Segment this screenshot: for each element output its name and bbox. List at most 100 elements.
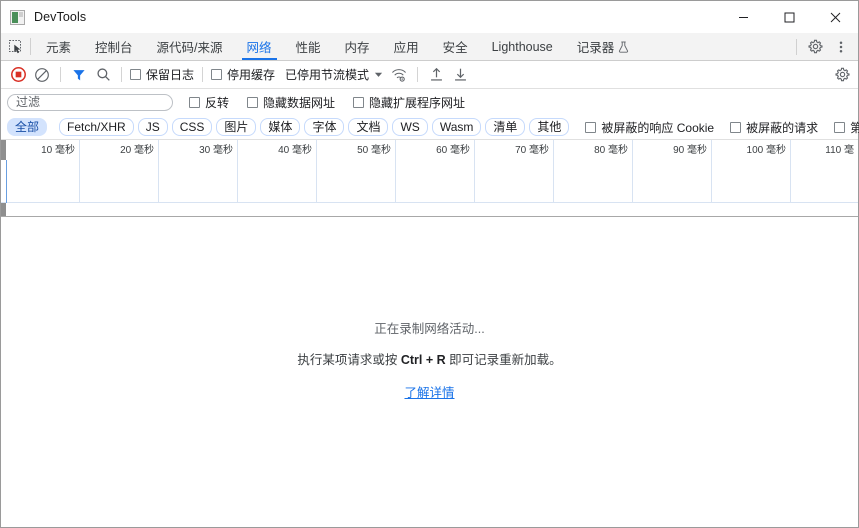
chip-font[interactable]: 字体	[304, 118, 345, 136]
tab-recorder[interactable]: 记录器	[565, 33, 642, 60]
checkbox-box	[353, 96, 365, 108]
timeline-tick	[553, 140, 554, 202]
filter-row: 反转 隐藏数据网址 隐藏扩展程序网址	[1, 89, 858, 115]
filter-icon[interactable]	[67, 64, 91, 86]
export-har-icon[interactable]	[448, 64, 472, 86]
tab-performance[interactable]: 性能	[284, 33, 333, 60]
record-stop-icon[interactable]	[6, 64, 30, 86]
chip-img[interactable]: 图片	[216, 118, 257, 136]
devtools-icon	[10, 9, 25, 25]
timeline-selection-edge[interactable]	[6, 160, 7, 203]
devtools-window: DevTools 元素 控制台 源代码/来源 网络 性能 内存 应用 安全 Li…	[0, 0, 859, 528]
toolbar-divider-2	[121, 67, 122, 82]
window-controls	[720, 1, 858, 33]
maximize-button[interactable]	[766, 1, 812, 33]
clear-icon[interactable]	[30, 64, 54, 86]
tab-label: 元素	[46, 41, 72, 55]
timeline-tick	[474, 140, 475, 202]
close-button[interactable]	[812, 1, 858, 33]
timeline-grid: 10 毫秒 20 毫秒 30 毫秒 40 毫秒 50 毫秒 60 毫秒 70 毫秒 80 毫秒…	[1, 140, 858, 216]
timeline-tick-label: 10 毫秒	[41, 145, 75, 156]
chip-wasm[interactable]: Wasm	[431, 118, 482, 136]
import-har-icon[interactable]	[424, 64, 448, 86]
tab-label: 源代码/来源	[156, 41, 223, 55]
chip-fetch-xhr[interactable]: Fetch/XHR	[59, 118, 134, 136]
tab-application[interactable]: 应用	[382, 33, 431, 60]
timeline-tick-label: 60 毫秒	[436, 145, 470, 156]
tab-security[interactable]: 安全	[431, 33, 480, 60]
timeline-tick	[711, 140, 712, 202]
chip-all[interactable]: 全部	[7, 118, 48, 136]
timeline-resize-handle-top[interactable]	[1, 140, 6, 160]
resource-type-filter-row: 全部 Fetch/XHR JS CSS 图片 媒体 字体 文档 WS Wasm …	[1, 115, 859, 140]
tab-console[interactable]: 控制台	[83, 33, 145, 60]
blocked-response-cookies-checkbox[interactable]: 被屏蔽的响应 Cookie	[583, 119, 716, 136]
timeline-tick-label: 70 毫秒	[515, 145, 549, 156]
timeline-tick	[632, 140, 633, 202]
timeline-tick	[790, 140, 791, 202]
timeline-resize-handle-bottom[interactable]	[1, 203, 6, 216]
checkbox-box	[834, 121, 846, 133]
chip-media[interactable]: 媒体	[260, 118, 301, 136]
search-icon[interactable]	[91, 64, 115, 86]
checkbox-box	[211, 69, 223, 80]
tab-memory[interactable]: 内存	[333, 33, 382, 60]
chip-doc[interactable]: 文档	[348, 118, 389, 136]
devtools-settings-gear-icon[interactable]	[802, 34, 828, 59]
timeline-tick-label: 20 毫秒	[120, 145, 154, 156]
checkbox-label: 隐藏扩展程序网址	[369, 95, 466, 110]
minimize-button[interactable]	[720, 1, 766, 33]
title-bar-left: DevTools	[1, 9, 86, 25]
timeline-tick-label: 110 毫	[825, 145, 854, 156]
network-timeline-overview[interactable]: 10 毫秒 20 毫秒 30 毫秒 40 毫秒 50 毫秒 60 毫秒 70 毫秒 80 毫秒…	[1, 140, 858, 217]
timeline-tick-label: 50 毫秒	[357, 145, 391, 156]
checkbox-box	[730, 121, 742, 133]
timeline-tick	[237, 140, 238, 202]
network-settings-gear-icon[interactable]	[830, 64, 854, 86]
checkbox-label: 隐藏数据网址	[263, 95, 336, 110]
third-party-requests-checkbox[interactable]: 第三方请求	[832, 119, 859, 136]
empty-state-content: 正在录制网络活动... 执行某项请求或按 Ctrl + R 即可记录重新加载。 …	[297, 318, 561, 401]
timeline-tick-label: 90 毫秒	[673, 145, 707, 156]
more-options-icon[interactable]	[828, 34, 854, 59]
tab-label: 内存	[344, 41, 370, 55]
tab-bar-actions	[791, 33, 858, 60]
subtitle-after: 即可记录重新加载。	[445, 352, 562, 367]
hide-data-urls-checkbox[interactable]: 隐藏数据网址	[245, 94, 337, 111]
inspect-element-icon[interactable]	[1, 33, 30, 60]
toolbar-divider-3	[202, 67, 204, 82]
checkbox-label: 反转	[205, 95, 230, 110]
learn-more-link[interactable]: 了解详情	[404, 386, 454, 400]
chip-other[interactable]: 其他	[529, 118, 570, 136]
chip-manifest[interactable]: 清单	[485, 118, 526, 136]
filter-input[interactable]	[7, 93, 173, 111]
toolbar-divider	[60, 67, 61, 82]
chip-js[interactable]: JS	[137, 118, 168, 136]
invert-checkbox[interactable]: 反转	[187, 94, 231, 111]
network-conditions-icon[interactable]	[387, 64, 411, 86]
throttling-value[interactable]: 已停用节流模式	[285, 66, 369, 83]
chip-css[interactable]: CSS	[171, 118, 213, 136]
preserve-log-checkbox[interactable]: 保留日志	[128, 66, 196, 83]
checkbox-label: 被屏蔽的请求	[746, 120, 819, 135]
blocked-requests-checkbox[interactable]: 被屏蔽的请求	[728, 119, 820, 136]
tab-label: 记录器	[576, 41, 615, 55]
checkbox-label: 被屏蔽的响应 Cookie	[601, 120, 715, 135]
empty-state-title: 正在录制网络活动...	[374, 321, 485, 336]
checkbox-box	[130, 69, 141, 80]
timeline-tick	[158, 140, 159, 202]
checkbox-label: 保留日志	[146, 68, 195, 82]
toolbar-divider-4	[417, 67, 419, 82]
hide-extension-urls-checkbox[interactable]: 隐藏扩展程序网址	[351, 94, 467, 111]
network-empty-state: 正在录制网络活动... 执行某项请求或按 Ctrl + R 即可记录重新加载。 …	[1, 217, 858, 527]
chip-ws[interactable]: WS	[392, 118, 428, 136]
tab-sources[interactable]: 源代码/来源	[145, 33, 235, 60]
disable-cache-checkbox[interactable]: 停用缓存	[209, 66, 277, 83]
timeline-tick-label: 80 毫秒	[594, 145, 628, 156]
tab-elements[interactable]: 元素	[34, 33, 83, 60]
tab-lighthouse[interactable]: Lighthouse	[480, 33, 565, 60]
tab-network[interactable]: 网络	[235, 33, 284, 60]
title-bar: DevTools	[1, 1, 858, 33]
tab-label: 应用	[393, 41, 419, 55]
chevron-down-icon[interactable]	[369, 65, 387, 85]
